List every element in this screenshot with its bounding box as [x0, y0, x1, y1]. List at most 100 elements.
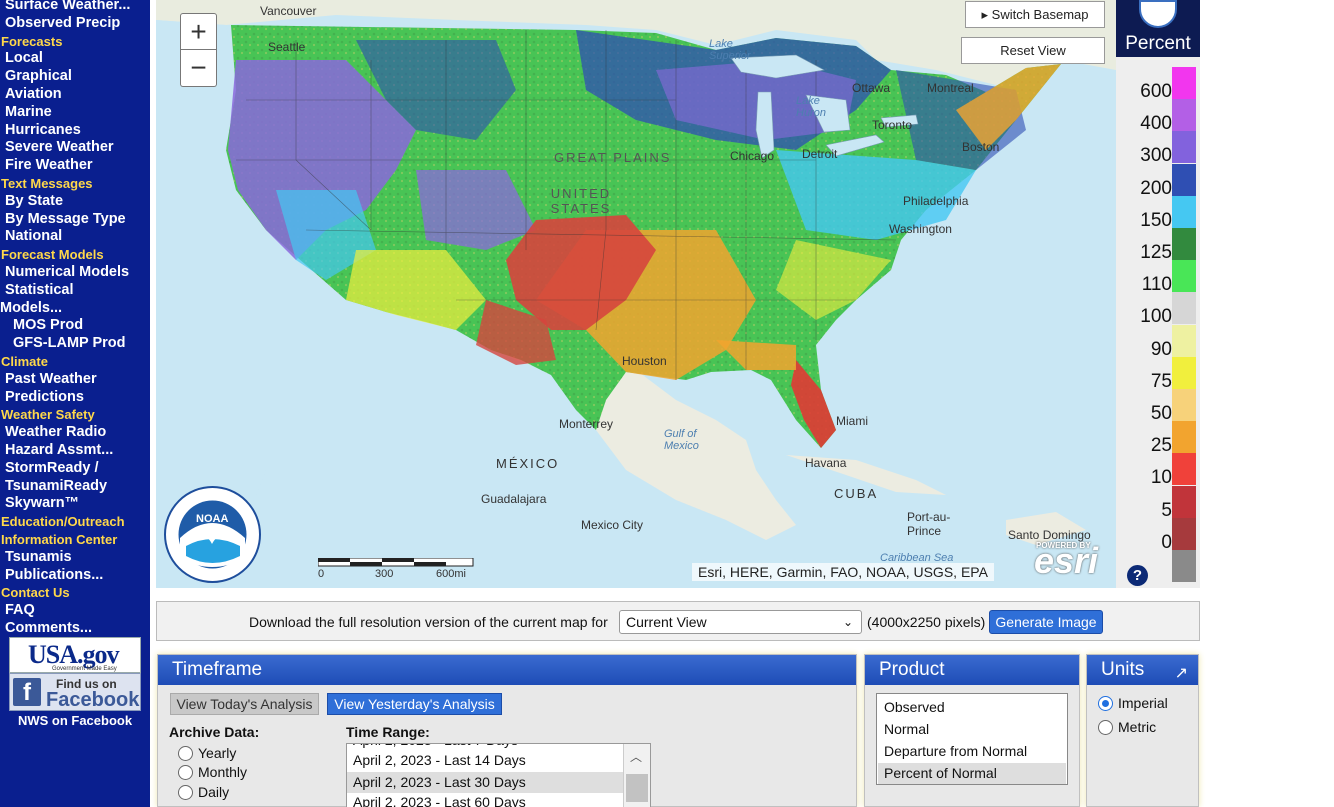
- nav-link[interactable]: Numerical Models: [0, 264, 150, 282]
- reset-view-button[interactable]: Reset View: [961, 37, 1105, 64]
- nav-link[interactable]: Skywarn™: [0, 495, 150, 513]
- timeframe-title: Timeframe: [158, 655, 856, 685]
- usagov-banner[interactable]: USA.gov Government Made Easy: [9, 637, 141, 673]
- radio-indicator: [1098, 720, 1113, 735]
- time-range-list[interactable]: April 2, 2023 - Last 7 Days April 2, 202…: [346, 743, 651, 807]
- label-chicago: Chicago: [730, 149, 775, 163]
- zoom-out-button[interactable]: −: [180, 50, 217, 87]
- archive-daily-radio[interactable]: Daily: [178, 784, 229, 800]
- radio-indicator-selected: [1098, 696, 1113, 711]
- usagov-tagline: Government Made Easy: [52, 666, 117, 672]
- scroll-thumb[interactable]: [626, 774, 648, 802]
- nws-facebook-link[interactable]: NWS on Facebook: [0, 713, 150, 728]
- archive-daily-label: Daily: [198, 784, 230, 800]
- product-departure[interactable]: Departure from Normal: [878, 741, 1066, 762]
- radio-indicator: [178, 785, 193, 800]
- nav-link[interactable]: National: [0, 228, 150, 246]
- generate-image-button[interactable]: Generate Image: [989, 610, 1103, 634]
- product-normal[interactable]: Normal: [878, 719, 1066, 740]
- nav-link[interactable]: Hazard Assmt...: [0, 442, 150, 460]
- legend-swatch: [1172, 453, 1196, 486]
- nav-link[interactable]: TsunamiReady: [0, 478, 150, 496]
- label-washington: Washington: [889, 222, 952, 236]
- legend-swatch: [1172, 485, 1196, 518]
- product-observed[interactable]: Observed: [878, 697, 1066, 718]
- nav-link[interactable]: Fire Weather: [0, 157, 150, 175]
- product-percent-of-normal[interactable]: Percent of Normal: [878, 763, 1066, 784]
- nav-link[interactable]: Marine: [0, 104, 150, 122]
- nav-section-header: Text Messages: [1, 175, 93, 191]
- units-metric-radio[interactable]: Metric: [1098, 719, 1156, 735]
- legend-row: 90: [1116, 324, 1200, 360]
- scale-label-0: 0: [318, 568, 325, 580]
- time-range-label: Time Range:: [346, 724, 430, 740]
- facebook-banner[interactable]: f Find us on Facebook: [9, 673, 141, 711]
- label-mexico-city: Mexico City: [581, 518, 644, 532]
- nav-link[interactable]: Past Weather: [0, 371, 150, 389]
- time-range-scrollbar[interactable]: ︿: [623, 744, 650, 807]
- esri-logo: esri: [1034, 540, 1099, 581]
- legend-swatch: [1172, 550, 1196, 582]
- archive-data-label: Archive Data:: [169, 724, 260, 740]
- nav-link[interactable]: Graphical: [0, 68, 150, 86]
- label-havana: Havana: [805, 456, 847, 470]
- archive-monthly-radio[interactable]: Monthly: [178, 764, 247, 780]
- label-cuba: CUBA: [834, 486, 879, 501]
- nav-link[interactable]: By State: [0, 193, 150, 211]
- map-attribution: Esri, HERE, Garmin, FAO, NOAA, USGS, EPA: [692, 563, 994, 581]
- nav-link[interactable]: Statistical: [0, 282, 150, 300]
- nav-link[interactable]: Surface Weather...: [0, 0, 150, 15]
- nav-link[interactable]: MOS Prod: [0, 317, 150, 335]
- nav-link[interactable]: GFS-LAMP Prod: [0, 335, 150, 353]
- legend-swatch: [1172, 260, 1196, 293]
- nav-link[interactable]: Observed Precip: [0, 15, 150, 33]
- nav-link[interactable]: Publications...: [0, 567, 150, 585]
- nav-link[interactable]: FAQ: [0, 602, 150, 620]
- nav-section-header: Climate: [1, 353, 48, 369]
- zoom-in-button[interactable]: +: [180, 13, 217, 50]
- caret-right-icon: ▸: [981, 7, 992, 22]
- archive-yearly-radio[interactable]: Yearly: [178, 745, 236, 761]
- nav-link[interactable]: Hurricanes: [0, 122, 150, 140]
- switch-basemap-button[interactable]: ▸ Switch Basemap: [965, 1, 1105, 28]
- nav-link[interactable]: Comments...: [0, 620, 150, 638]
- left-navigation: Surface Weather... Observed Precip Forecas…: [0, 0, 150, 807]
- units-imperial-radio[interactable]: Imperial: [1098, 695, 1168, 711]
- nav-link[interactable]: Aviation: [0, 86, 150, 104]
- legend-swatch: [1172, 228, 1196, 260]
- download-label: Download the full resolution version of …: [249, 614, 608, 630]
- scroll-up-icon[interactable]: ︿: [630, 748, 642, 765]
- view-yesterday-button[interactable]: View Yesterday's Analysis: [327, 693, 502, 715]
- nav-section-header: Forecasts: [1, 33, 63, 49]
- legend-row: 300: [1116, 131, 1200, 166]
- nav-link[interactable]: Predictions: [0, 389, 150, 407]
- radio-indicator: [178, 746, 193, 761]
- facebook-icon: f: [13, 678, 41, 706]
- nav-link[interactable]: StormReady /: [0, 460, 150, 478]
- nav-link[interactable]: Tsunamis: [0, 549, 150, 567]
- units-imperial-label: Imperial: [1118, 695, 1168, 711]
- product-list[interactable]: Observed Normal Departure from Normal Pe…: [876, 693, 1068, 785]
- noaa-logo-text: NOAA: [196, 513, 229, 525]
- expand-arrow-icon[interactable]: ↗: [1175, 659, 1188, 689]
- nav-link[interactable]: Local: [0, 50, 150, 68]
- nav-link[interactable]: By Message Type: [0, 211, 150, 229]
- legend-row: 125: [1116, 228, 1200, 263]
- legend-swatch: [1172, 517, 1196, 550]
- download-view-select[interactable]: Current View ⌄: [619, 610, 862, 634]
- label-gulf-of-mexico: Gulf of Mexico: [664, 428, 699, 452]
- legend-title: Percent: [1125, 33, 1191, 54]
- view-today-button[interactable]: View Today's Analysis: [170, 693, 319, 715]
- nav-link[interactable]: Models...: [0, 300, 150, 318]
- time-range-item[interactable]: April 2, 2023 - Last 14 Days: [347, 750, 623, 771]
- label-vancouver: Vancouver: [260, 4, 317, 18]
- label-detroit: Detroit: [802, 147, 838, 161]
- nav-link[interactable]: Severe Weather: [0, 139, 150, 157]
- precipitation-map[interactable]: + − ▸ Switch Basemap Reset View Vancouve…: [156, 0, 1116, 588]
- time-range-item[interactable]: April 2, 2023 - Last 60 Days: [347, 792, 623, 807]
- label-toronto: Toronto: [872, 118, 913, 132]
- help-icon[interactable]: ?: [1127, 565, 1148, 586]
- map-legend: Percent 600 400 300 200 150 125 110 100 90 75 50 25…: [1116, 0, 1200, 588]
- nav-link[interactable]: Weather Radio: [0, 424, 150, 442]
- time-range-item-selected[interactable]: April 2, 2023 - Last 30 Days: [347, 772, 623, 793]
